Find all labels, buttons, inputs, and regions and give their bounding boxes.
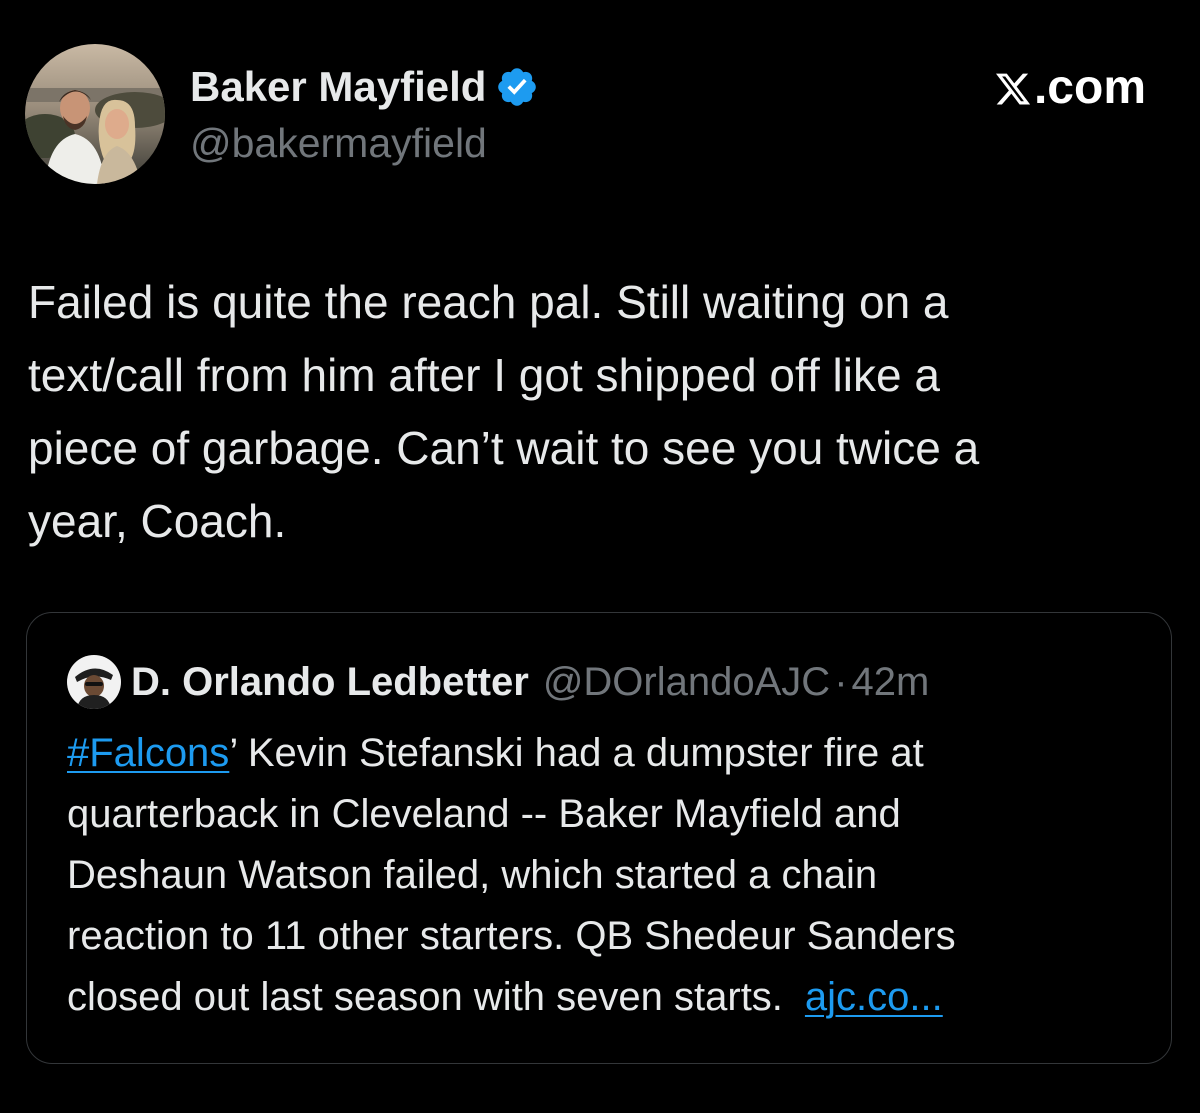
author-name[interactable]: Baker Mayfield	[190, 63, 539, 111]
author-avatar[interactable]	[25, 44, 165, 184]
quoted-header: D. Orlando Ledbetter @DOrlandoAJC · 42m	[67, 655, 929, 709]
tweet-card: Baker Mayfield @bakermayfield .com Faile…	[0, 0, 1200, 1113]
post-text: Failed is quite the reach pal. Still wai…	[28, 276, 980, 547]
quoted-tweet[interactable]: D. Orlando Ledbetter @DOrlandoAJC · 42m …	[26, 612, 1172, 1064]
quoted-timestamp[interactable]: 42m	[852, 658, 930, 706]
brand-label: .com	[1033, 61, 1146, 114]
quoted-avatar[interactable]	[67, 655, 121, 709]
quoted-author-handle[interactable]: @DOrlandoAJC	[543, 658, 830, 706]
quoted-line: closed out last season with seven starts…	[67, 967, 1147, 1028]
brand-watermark: .com	[994, 62, 1146, 114]
quoted-line: Deshaun Watson failed, which started a c…	[67, 853, 878, 897]
quoted-author-name[interactable]: D. Orlando Ledbetter	[131, 658, 529, 706]
quoted-line: #Falcons’ Kevin Stefanski had a dumpster…	[67, 723, 1147, 784]
hashtag-link[interactable]: #Falcons	[67, 731, 229, 775]
quoted-line: quarterback in Cleveland -- Baker Mayfie…	[67, 792, 901, 836]
verified-badge-icon	[495, 65, 539, 109]
quoted-line-text: closed out last season with seven starts…	[67, 975, 783, 1019]
author-handle[interactable]: @bakermayfield	[190, 119, 487, 167]
quoted-separator: ·	[834, 660, 848, 704]
avatar-photo	[25, 44, 165, 184]
quoted-line-text: ’ Kevin Stefanski had a dumpster fire at	[229, 731, 924, 775]
quoted-line: reaction to 11 other starters. QB Shedeu…	[67, 914, 956, 958]
x-logo-icon	[994, 68, 1032, 108]
quoted-text: #Falcons’ Kevin Stefanski had a dumpster…	[67, 723, 1147, 1028]
article-link[interactable]: ajc.co...	[805, 975, 943, 1019]
author-name-text: Baker Mayfield	[190, 63, 487, 110]
quoted-avatar-photo	[67, 655, 121, 709]
